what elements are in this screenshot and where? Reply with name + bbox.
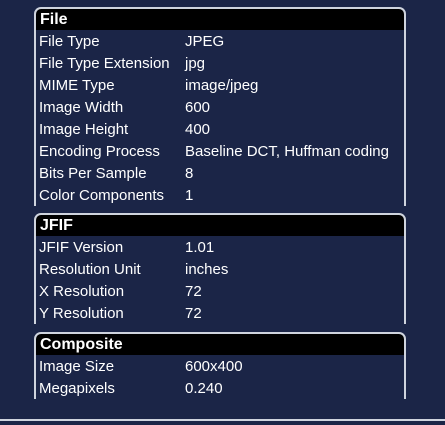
section-title-composite: Composite bbox=[34, 332, 406, 355]
section-title-file: File bbox=[34, 7, 406, 30]
table-row: Megapixels 0.240 bbox=[36, 377, 404, 399]
row-key: Y Resolution bbox=[39, 304, 124, 322]
row-value: 72 bbox=[185, 304, 202, 322]
row-key: Image Width bbox=[39, 98, 124, 116]
row-value: 72 bbox=[185, 282, 202, 300]
row-key: X Resolution bbox=[39, 282, 125, 300]
section-body-file: File Type JPEG File Type Extension jpg M… bbox=[34, 30, 406, 206]
row-value: 400 bbox=[185, 120, 211, 138]
row-value: jpg bbox=[185, 54, 206, 72]
row-value: 600 bbox=[185, 98, 211, 116]
row-key: Image Height bbox=[39, 120, 129, 138]
table-row: Image Height 400 bbox=[36, 118, 404, 140]
table-row: Color Components 1 bbox=[36, 184, 404, 206]
table-row: Resolution Unit inches bbox=[36, 258, 404, 280]
section-body-composite: Image Size 600x400 Megapixels 0.240 bbox=[34, 355, 406, 399]
row-value: 1.01 bbox=[185, 238, 215, 256]
row-key: MIME Type bbox=[39, 76, 115, 94]
row-value: Baseline DCT, Huffman coding bbox=[185, 142, 389, 160]
row-value: 600x400 bbox=[185, 357, 243, 375]
table-row: X Resolution 72 bbox=[36, 280, 404, 302]
table-row: Bits Per Sample 8 bbox=[36, 162, 404, 184]
row-value: inches bbox=[185, 260, 229, 278]
bottom-divider bbox=[0, 419, 445, 421]
table-row: Image Size 600x400 bbox=[36, 355, 404, 377]
row-key: File Type bbox=[39, 32, 100, 50]
table-row: File Type JPEG bbox=[36, 30, 404, 52]
section-composite: Composite Image Size 600x400 Megapixels … bbox=[34, 332, 406, 399]
row-key: Image Size bbox=[39, 357, 115, 375]
row-key: Encoding Process bbox=[39, 142, 160, 160]
row-key: Color Components bbox=[39, 186, 165, 204]
row-value: 1 bbox=[185, 186, 194, 204]
table-row: Image Width 600 bbox=[36, 96, 404, 118]
row-key: Resolution Unit bbox=[39, 260, 141, 278]
row-key: File Type Extension bbox=[39, 54, 170, 72]
table-row: Encoding Process Baseline DCT, Huffman c… bbox=[36, 140, 404, 162]
table-row: MIME Type image/jpeg bbox=[36, 74, 404, 96]
section-title-jfif: JFIF bbox=[34, 213, 406, 236]
row-key: Megapixels bbox=[39, 379, 115, 397]
table-row: Y Resolution 72 bbox=[36, 302, 404, 324]
section-jfif: JFIF JFIF Version 1.01 Resolution Unit i… bbox=[34, 213, 406, 324]
row-key: JFIF Version bbox=[39, 238, 124, 256]
row-value: image/jpeg bbox=[185, 76, 259, 94]
table-row: File Type Extension jpg bbox=[36, 52, 404, 74]
section-file: File File Type JPEG File Type Extension … bbox=[34, 7, 406, 206]
row-key: Bits Per Sample bbox=[39, 164, 147, 182]
row-value: 8 bbox=[185, 164, 194, 182]
section-body-jfif: JFIF Version 1.01 Resolution Unit inches… bbox=[34, 236, 406, 324]
row-value: JPEG bbox=[185, 32, 225, 50]
row-value: 0.240 bbox=[185, 379, 223, 397]
table-row: JFIF Version 1.01 bbox=[36, 236, 404, 258]
